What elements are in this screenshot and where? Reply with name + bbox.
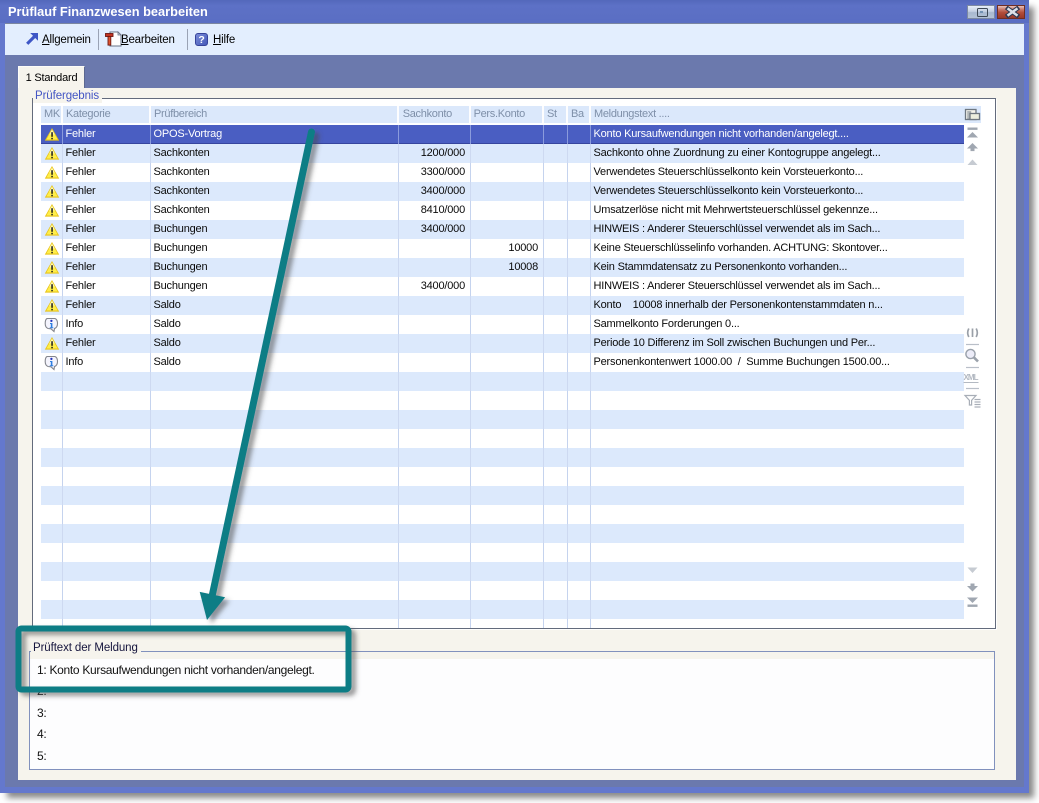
svg-text:XML: XML (964, 373, 979, 382)
